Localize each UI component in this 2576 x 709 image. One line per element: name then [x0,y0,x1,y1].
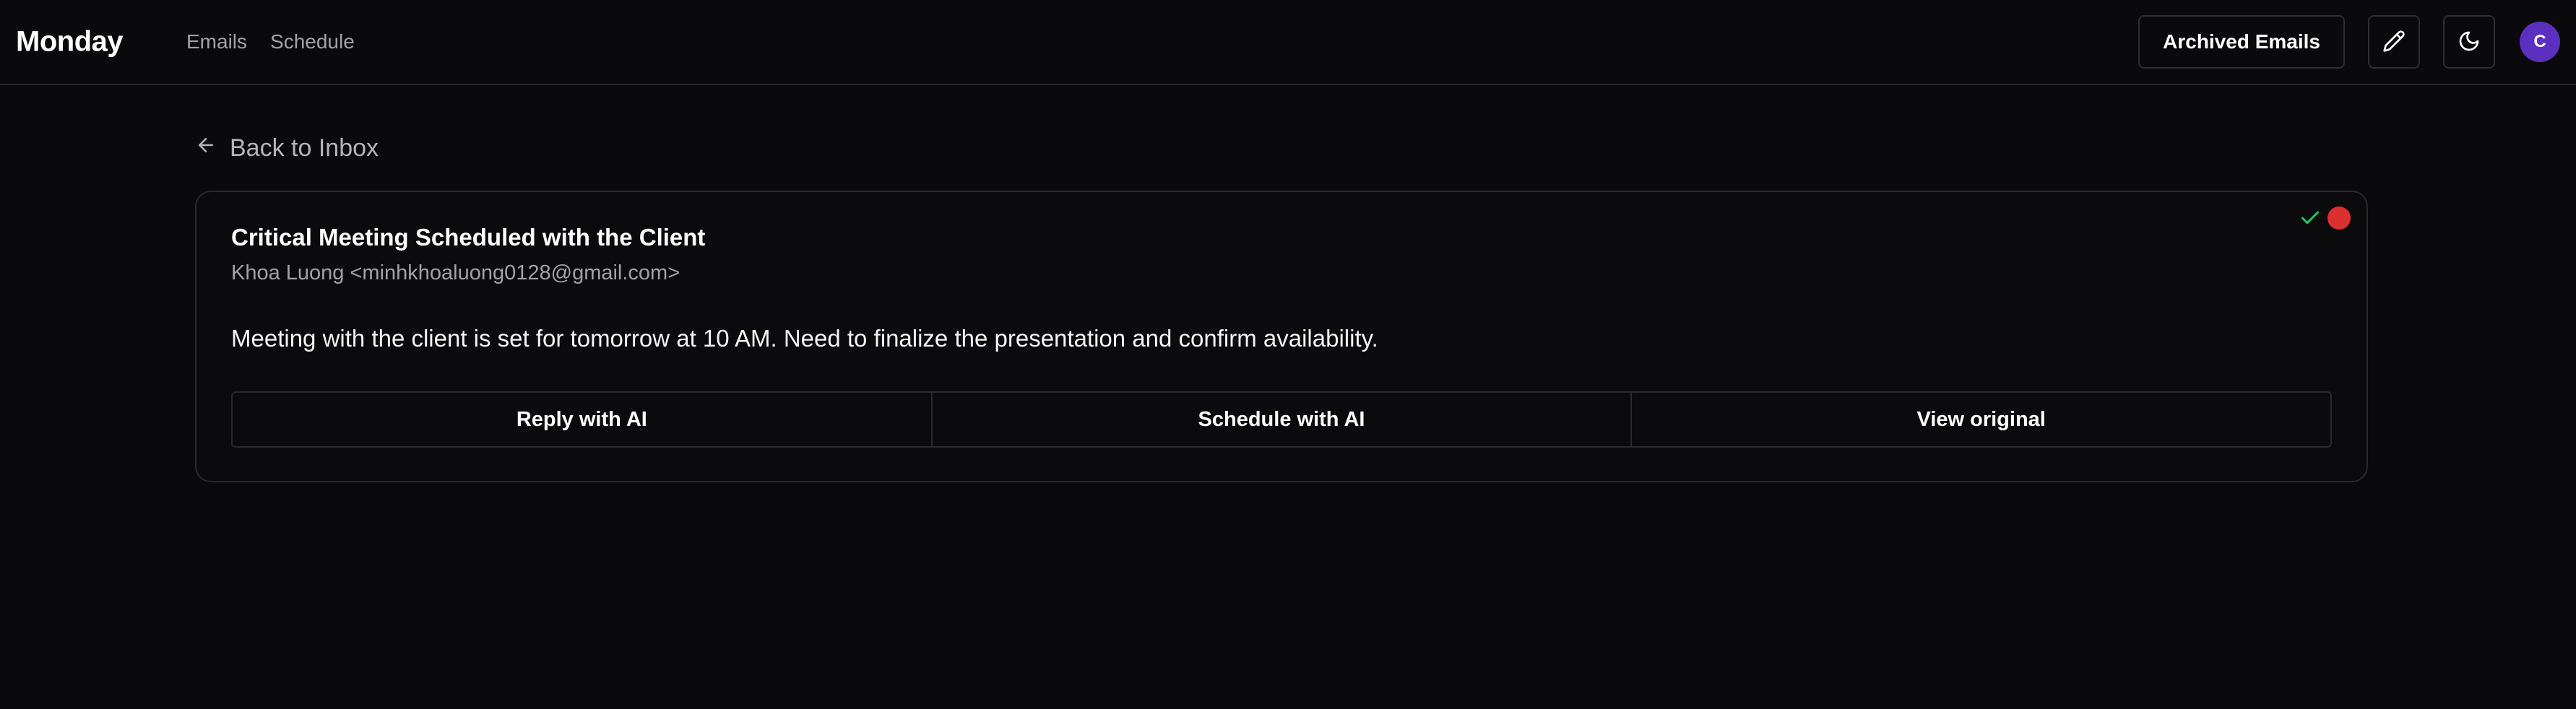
back-to-inbox-link[interactable]: Back to Inbox [195,134,379,162]
priority-indicator [2328,206,2351,230]
nav-schedule-link[interactable]: Schedule [270,30,355,53]
theme-toggle-button[interactable] [2443,15,2495,69]
email-subject: Critical Meeting Scheduled with the Clie… [231,224,706,251]
reply-with-ai-button[interactable]: Reply with AI [233,393,931,446]
moon-icon [2458,30,2481,55]
main-nav: Emails Schedule [186,30,355,53]
nav-emails-link[interactable]: Emails [186,30,247,53]
schedule-with-ai-button[interactable]: Schedule with AI [930,393,1631,446]
email-body: Meeting with the client is set for tomor… [231,325,1378,352]
brand-logo[interactable]: Monday [16,26,124,58]
header-actions: Archived Emails C [2138,15,2560,69]
compose-button[interactable] [2368,15,2420,69]
email-card: Critical Meeting Scheduled with the Clie… [195,191,2368,482]
top-header: Monday Emails Schedule Archived Emails C [0,0,2576,85]
arrow-left-icon [195,134,217,162]
back-to-inbox-label: Back to Inbox [230,134,379,162]
check-icon[interactable] [2299,206,2322,230]
user-avatar[interactable]: C [2520,22,2560,62]
view-original-button[interactable]: View original [1630,393,2330,446]
email-sender: Khoa Luong <minhkhoaluong0128@gmail.com> [231,261,680,284]
archived-emails-button[interactable]: Archived Emails [2138,15,2345,69]
email-status [2299,206,2351,230]
pencil-icon [2382,30,2406,55]
email-actions: Reply with AI Schedule with AI View orig… [231,391,2332,448]
